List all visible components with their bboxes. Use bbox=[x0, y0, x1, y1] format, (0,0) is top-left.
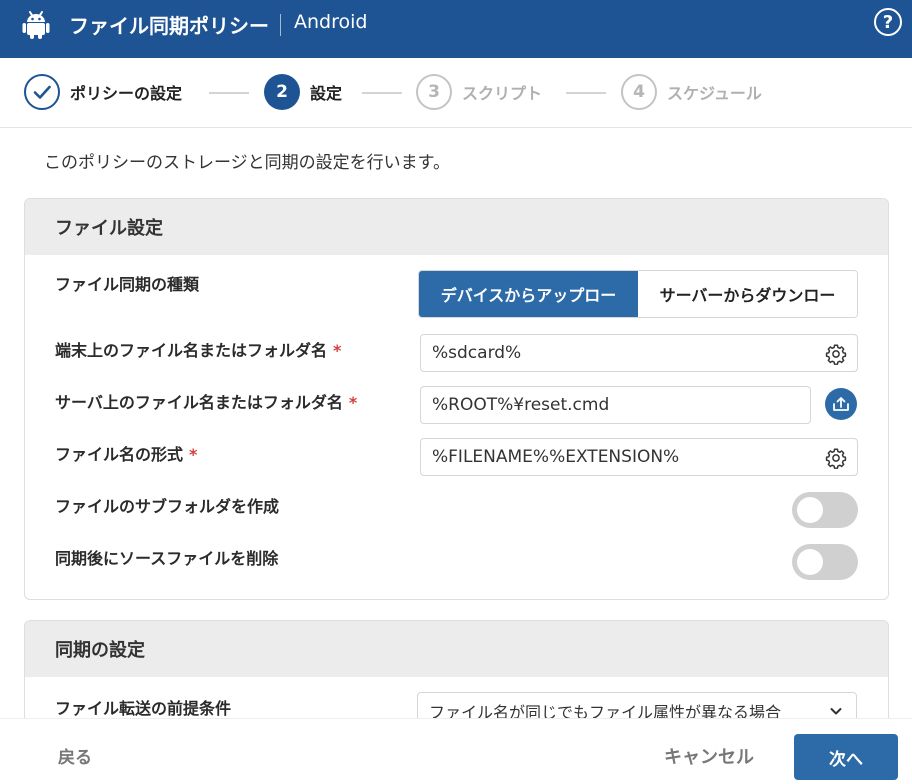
file-settings-card: ファイル設定 ファイル同期の種類 デバイスからアップロー サーバーからダウンロー… bbox=[24, 198, 889, 600]
filename-format-value: %FILENAME%%EXTENSION% bbox=[432, 447, 680, 467]
step-script[interactable]: 3 スクリプト bbox=[416, 74, 542, 110]
gear-icon[interactable] bbox=[825, 343, 847, 365]
filename-format-label: ファイル名の形式 * bbox=[55, 441, 197, 465]
page-description: このポリシーのストレージと同期の設定を行います。 bbox=[44, 153, 450, 173]
create-subfolders-toggle[interactable] bbox=[792, 492, 858, 528]
step-label: スケジュール bbox=[667, 84, 762, 103]
step-connector bbox=[566, 92, 606, 94]
toggle-knob bbox=[797, 549, 823, 575]
title-divider bbox=[280, 14, 281, 36]
field-label-text: 端末上のファイル名またはフォルダ名 bbox=[55, 341, 328, 360]
filename-format-input[interactable]: %FILENAME%%EXTENSION% bbox=[420, 438, 858, 476]
help-icon[interactable]: ? bbox=[874, 8, 902, 36]
delete-source-toggle[interactable] bbox=[792, 544, 858, 580]
field-label-text: サーバ上のファイル名またはフォルダ名 bbox=[55, 393, 343, 412]
step-label: 設定 bbox=[310, 84, 343, 103]
upload-button[interactable] bbox=[825, 388, 857, 420]
server-path-input[interactable]: %ROOT%¥reset.cmd bbox=[420, 386, 811, 424]
wizard-footer: 戻る キャンセル 次へ bbox=[0, 718, 912, 784]
field-label-text: ファイル名の形式 bbox=[55, 445, 184, 464]
app-header: ファイル同期ポリシー Android ? bbox=[0, 0, 912, 58]
wizard-stepper: ポリシーの設定 2 設定 3 スクリプト 4 スケジュール bbox=[0, 58, 912, 128]
device-path-label: 端末上のファイル名またはフォルダ名 * bbox=[55, 337, 341, 361]
step-schedule[interactable]: 4 スケジュール bbox=[621, 74, 762, 110]
sync-type-label: ファイル同期の種類 bbox=[55, 275, 200, 294]
android-icon bbox=[22, 11, 50, 39]
step-connector bbox=[362, 92, 402, 94]
toggle-knob bbox=[797, 497, 823, 523]
card-title: 同期の設定 bbox=[25, 621, 888, 677]
platform-label: Android bbox=[294, 11, 368, 33]
upload-icon bbox=[833, 397, 849, 411]
required-marker: * bbox=[348, 393, 358, 412]
card-title: ファイル設定 bbox=[25, 199, 888, 255]
server-path-label: サーバ上のファイル名またはフォルダ名 * bbox=[55, 389, 357, 413]
step-number: 4 bbox=[621, 74, 657, 110]
step-settings[interactable]: 2 設定 bbox=[264, 74, 342, 110]
option-upload-from-device[interactable]: デバイスからアップロー bbox=[419, 271, 638, 317]
delete-source-label: 同期後にソースファイルを削除 bbox=[55, 549, 279, 568]
step-number: 3 bbox=[416, 74, 452, 110]
gear-icon[interactable] bbox=[825, 447, 847, 469]
step-number: 2 bbox=[264, 74, 300, 110]
next-button[interactable]: 次へ bbox=[794, 734, 898, 780]
cancel-button[interactable]: キャンセル bbox=[664, 743, 754, 769]
device-path-value: %sdcard% bbox=[432, 343, 522, 363]
transfer-condition-label: ファイル転送の前提条件 bbox=[55, 699, 232, 718]
device-path-input[interactable]: %sdcard% bbox=[420, 334, 858, 372]
create-subfolders-label: ファイルのサブフォルダを作成 bbox=[55, 497, 280, 516]
app-title: ファイル同期ポリシー bbox=[69, 14, 269, 38]
required-marker: * bbox=[333, 341, 342, 360]
server-path-value: %ROOT%¥reset.cmd bbox=[432, 395, 610, 415]
sync-type-toggle: デバイスからアップロー サーバーからダウンロー bbox=[418, 270, 858, 318]
step-label: ポリシーの設定 bbox=[70, 84, 183, 103]
step-label: スクリプト bbox=[462, 84, 543, 103]
required-marker: * bbox=[189, 445, 198, 464]
step-connector bbox=[209, 92, 249, 94]
chevron-down-icon bbox=[830, 708, 842, 715]
option-download-from-server[interactable]: サーバーからダウンロー bbox=[638, 271, 857, 317]
step-policy-settings[interactable]: ポリシーの設定 bbox=[24, 74, 182, 110]
back-button[interactable]: 戻る bbox=[58, 743, 92, 768]
checkmark-icon bbox=[24, 74, 60, 110]
